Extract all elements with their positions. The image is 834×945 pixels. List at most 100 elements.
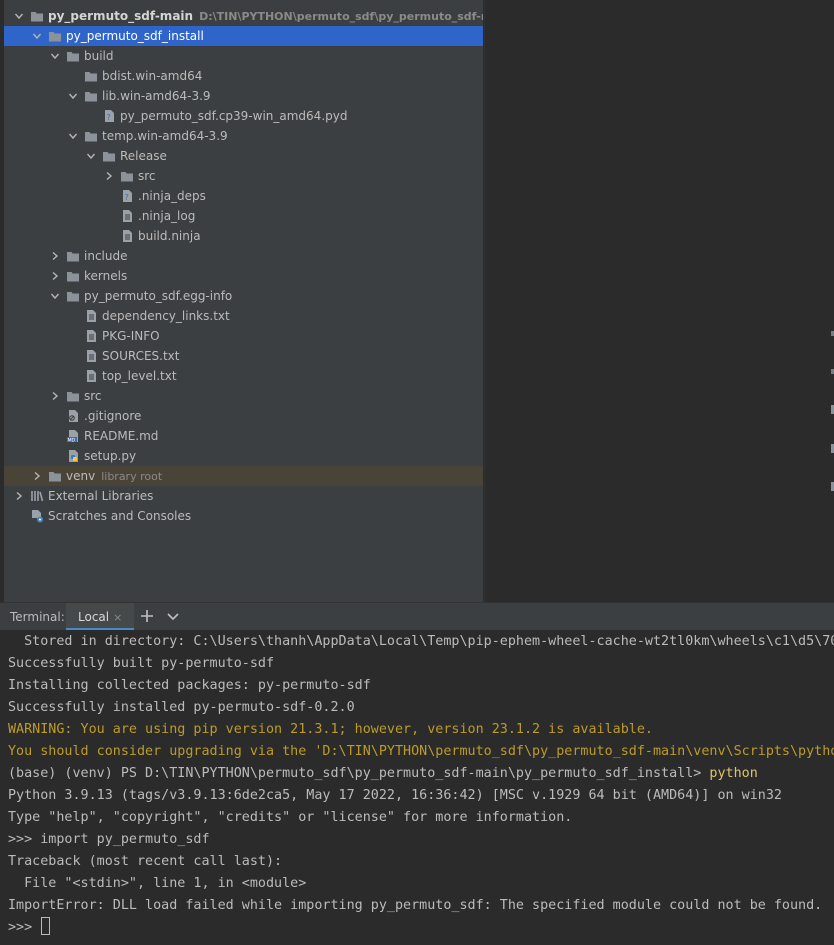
tree-item-py-permuto-sdf-main[interactable]: py_permuto_sdf-main D:\TIN\PYTHON\permuto…	[4, 6, 483, 26]
tree-item-build[interactable]: build	[4, 46, 483, 66]
chevron-down-icon[interactable]	[165, 608, 181, 624]
tree-item-build-ninja[interactable]: build.ninja	[4, 226, 483, 246]
chevron-down-icon[interactable]	[30, 26, 44, 46]
tree-item-label: Scratches and Consoles	[48, 506, 191, 526]
terminal-line-text: >>>	[8, 920, 41, 935]
item-name: SOURCES.txt	[102, 349, 180, 363]
tab-local[interactable]: Local ×	[66, 603, 135, 631]
unknown-file-icon: ?	[120, 189, 134, 203]
new-tab-plus-icon[interactable]	[139, 608, 155, 624]
chevron-down-icon[interactable]	[12, 6, 26, 26]
tree-item-py-permuto-sdf-egg-info[interactable]: py_permuto_sdf.egg-info	[4, 286, 483, 306]
folder-icon	[120, 169, 134, 183]
tree-item-pkg-info[interactable]: PKG-INFO	[4, 326, 483, 346]
item-name: venv	[66, 469, 96, 483]
tree-item-lib-win-amd64-3-9[interactable]: lib.win-amd64-3.9	[4, 86, 483, 106]
item-name: PKG-INFO	[102, 329, 160, 343]
text-file-icon	[84, 309, 98, 323]
editor-area	[484, 0, 834, 602]
terminal-line-text: WARNING: You are using pip version 21.3.…	[8, 722, 653, 737]
chevron-down-icon[interactable]	[66, 86, 80, 106]
tab-local-label: Local	[78, 610, 110, 624]
tree-item-label: kernels	[84, 266, 127, 286]
tree-item-src[interactable]: src	[4, 166, 483, 186]
terminal-line-text: Stored in directory: C:\Users\thanh\AppD…	[8, 634, 834, 649]
tree-item-ninja-deps[interactable]: ? .ninja_deps	[4, 186, 483, 206]
tree-item-src[interactable]: src	[4, 386, 483, 406]
terminal-line: Traceback (most recent call last):	[8, 851, 834, 873]
terminal-line: Type "help", "copyright", "credits" or "…	[8, 807, 834, 829]
item-name: src	[138, 169, 156, 183]
tree-item-kernels[interactable]: kernels	[4, 266, 483, 286]
svg-text:?: ?	[107, 113, 111, 122]
terminal-line-text: Type "help", "copyright", "credits" or "…	[8, 810, 573, 825]
item-name: dependency_links.txt	[102, 309, 230, 323]
item-name: py_permuto_sdf.egg-info	[84, 289, 233, 303]
item-name: bdist.win-amd64	[102, 69, 203, 83]
close-icon[interactable]: ×	[113, 611, 122, 624]
item-name: build	[84, 49, 114, 63]
tree-item-sources-txt[interactable]: SOURCES.txt	[4, 346, 483, 366]
item-name: setup.py	[84, 449, 137, 463]
chevron-right-icon[interactable]	[48, 386, 62, 406]
chevron-right-icon[interactable]	[12, 486, 26, 506]
tree-item-venv[interactable]: venv library root	[4, 466, 483, 486]
libraries-icon	[30, 489, 44, 503]
item-name: kernels	[84, 269, 128, 283]
chevron-down-icon[interactable]	[66, 126, 80, 146]
terminal-warning-line: You should consider upgrading via the 'D…	[8, 741, 834, 763]
tree-item-label: setup.py	[84, 446, 136, 466]
chevron-right-icon[interactable]	[48, 266, 62, 286]
tree-item-ninja-log[interactable]: .ninja_log	[4, 206, 483, 226]
chevron-down-icon[interactable]	[84, 146, 98, 166]
tree-item-external-libraries[interactable]: External Libraries	[4, 486, 483, 506]
tree-item-bdist-win-amd64[interactable]: bdist.win-amd64	[4, 66, 483, 86]
terminal-line-text: File "<stdin>", line 1, in <module>	[8, 876, 307, 891]
terminal-line-text: Successfully built py-permuto-sdf	[8, 656, 275, 671]
python-file-icon	[66, 449, 80, 463]
text-file-icon	[120, 229, 134, 243]
tree-item-setup-py[interactable]: setup.py	[4, 446, 483, 466]
tree-item-label: py_permuto_sdf-main D:\TIN\PYTHON\permuto…	[48, 6, 483, 27]
terminal-line-text: Successfully installed py-permuto-sdf-0.…	[8, 700, 355, 715]
item-name: .ninja_deps	[138, 189, 206, 203]
item-name: README.md	[84, 429, 159, 443]
chevron-down-icon[interactable]	[48, 286, 62, 306]
scratches-icon	[30, 509, 44, 523]
tree-item-release[interactable]: Release	[4, 146, 483, 166]
chevron-right-icon[interactable]	[48, 246, 62, 266]
chevron-right-icon[interactable]	[102, 166, 116, 186]
tree-item-label: py_permuto_sdf_install	[66, 26, 204, 46]
item-name: External Libraries	[48, 489, 154, 503]
unknown-file-icon: ?	[102, 109, 116, 123]
tree-item-top-level-txt[interactable]: top_level.txt	[4, 366, 483, 386]
terminal-line-text: Installing collected packages: py-permut…	[8, 678, 371, 693]
item-name: top_level.txt	[102, 369, 177, 383]
terminal-line: Stored in directory: C:\Users\thanh\AppD…	[8, 631, 834, 653]
tree-item-include[interactable]: include	[4, 246, 483, 266]
tree-item-readme-md[interactable]: MD README.md	[4, 426, 483, 446]
tree-item-gitignore[interactable]: .gitignore	[4, 406, 483, 426]
tree-item-label: build	[84, 46, 114, 66]
tree-item-label: src	[138, 166, 156, 186]
terminal-output[interactable]: Stored in directory: C:\Users\thanh\AppD…	[0, 630, 834, 945]
tree-item-label: py_permuto_sdf.egg-info	[84, 286, 232, 306]
chevron-down-icon[interactable]	[48, 46, 62, 66]
tree-item-label: .ninja_deps	[138, 186, 206, 206]
folder-icon	[30, 9, 44, 23]
tree-item-scratches-and-consoles[interactable]: Scratches and Consoles	[4, 506, 483, 526]
tree-item-py-permuto-sdf-install[interactable]: py_permuto_sdf_install	[4, 26, 483, 46]
folder-icon	[84, 129, 98, 143]
tree-item-label: External Libraries	[48, 486, 153, 506]
tree-item-label: README.md	[84, 426, 158, 446]
tree-item-label: dependency_links.txt	[102, 306, 230, 326]
terminal-line: File "<stdin>", line 1, in <module>	[8, 873, 834, 895]
tree-item-py-permuto-sdf-cp39-win-amd64-pyd[interactable]: ? py_permuto_sdf.cp39-win_amd64.pyd	[4, 106, 483, 126]
tree-item-temp-win-amd64-3-9[interactable]: temp.win-amd64-3.9	[4, 126, 483, 146]
markdown-file-icon: MD	[66, 429, 80, 443]
chevron-right-icon[interactable]	[30, 466, 44, 486]
terminal-line: Installing collected packages: py-permut…	[8, 675, 834, 697]
tree-item-label: PKG-INFO	[102, 326, 160, 346]
terminal-cursor[interactable]	[41, 917, 51, 935]
tree-item-dependency-links-txt[interactable]: dependency_links.txt	[4, 306, 483, 326]
